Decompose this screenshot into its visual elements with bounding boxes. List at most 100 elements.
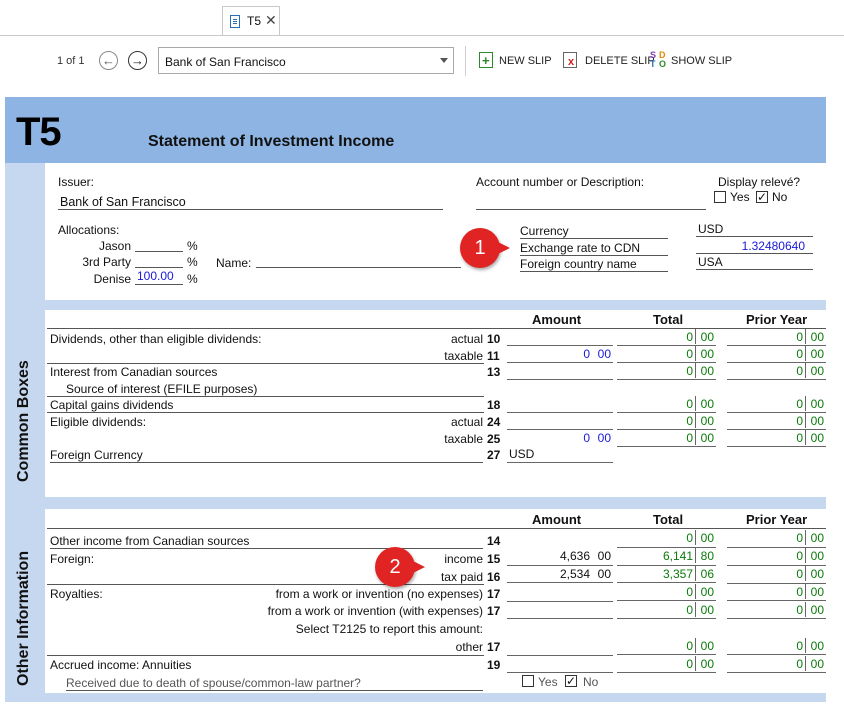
zero-value-cell[interactable]: 0 00 (617, 584, 716, 601)
zero-value-cell[interactable]: 0 00 (727, 584, 826, 601)
releve-no-checkbox[interactable]: ✓ (756, 191, 768, 203)
pager-text: 1 of 1 (57, 55, 85, 67)
amount-cell[interactable] (507, 584, 613, 602)
value-dec: 00 (810, 330, 824, 344)
next-slip-button[interactable]: → (128, 51, 147, 70)
amount-cell[interactable] (507, 656, 613, 673)
amount-cell[interactable] (507, 602, 613, 619)
box-number: 18 (487, 398, 501, 412)
zero-value-cell[interactable]: 0 00 (617, 363, 716, 380)
decimal-separator (805, 548, 806, 563)
zero-value-cell[interactable]: 0 00 (727, 430, 826, 447)
value-int: 0 (796, 639, 803, 653)
decimal-separator (695, 346, 696, 361)
currency-field[interactable]: USD (696, 221, 813, 237)
value-dec: 00 (810, 567, 824, 581)
pct-label: % (187, 239, 198, 253)
close-icon[interactable]: ✕ (265, 12, 277, 29)
slip-select[interactable]: Bank of San Francisco (158, 47, 454, 74)
zero-value-cell[interactable]: 0 00 (617, 656, 716, 673)
zero-value-cell[interactable]: 0 00 (617, 396, 716, 413)
zero-value-cell[interactable]: 0 00 (727, 346, 826, 363)
arrow-left-icon: ← (102, 53, 115, 68)
zero-value-cell[interactable]: 0 00 (727, 396, 826, 413)
box-number: 10 (487, 332, 501, 346)
alloc-jason-field[interactable] (135, 236, 183, 252)
amount-int: 0 (583, 347, 590, 361)
zero-value-cell[interactable]: 0 00 (617, 329, 716, 346)
col-amount-header: Amount (532, 312, 582, 327)
zero-value-cell[interactable]: 0 00 (727, 363, 826, 380)
row-label: Dividends, other than eligible dividends… (50, 332, 262, 346)
decimal-separator (695, 430, 696, 445)
releve-yes-checkbox[interactable] (714, 191, 726, 203)
amount-cell[interactable]: 0 00 (507, 346, 613, 363)
zero-value-cell[interactable]: 0 00 (617, 530, 716, 548)
zero-value-cell[interactable]: 0 00 (727, 413, 826, 430)
value-dec: 00 (700, 639, 714, 653)
amount-cell[interactable]: 2,534 00 (507, 566, 613, 583)
amount-cell[interactable] (507, 413, 613, 430)
allocations-label: Allocations: (58, 223, 120, 237)
value-dec: 00 (700, 657, 714, 671)
zero-value-cell[interactable]: 0 00 (727, 329, 826, 346)
toolbar-divider (465, 46, 466, 76)
amount-cell[interactable] (507, 396, 613, 413)
zero-value-cell[interactable]: 0 00 (617, 430, 716, 447)
zero-value-cell[interactable]: 0 00 (727, 566, 826, 584)
decimal-separator (805, 346, 806, 361)
amount-cell[interactable]: 4,636 00 (507, 548, 613, 566)
previous-slip-button[interactable]: ← (99, 51, 118, 70)
zero-value-cell[interactable]: 0 00 (617, 346, 716, 363)
row-divider (47, 396, 484, 397)
box-number: 17 (487, 640, 501, 654)
row-sublabel: taxable (444, 349, 483, 363)
amount-int: 4,636 (559, 549, 590, 563)
foreign-country-label: Foreign country name (520, 257, 668, 272)
alloc-3rd-party-field[interactable] (135, 252, 183, 268)
show-slip-button[interactable]: SHOW SLIP (671, 55, 732, 67)
check-icon: ✓ (566, 674, 577, 688)
value-dec: 00 (700, 364, 714, 378)
name-field[interactable] (256, 252, 461, 268)
zero-value-cell[interactable]: 0 00 (727, 602, 826, 619)
decimal-separator (805, 413, 806, 428)
issuer-field[interactable]: Bank of San Francisco (58, 189, 443, 210)
death-yes-checkbox[interactable] (522, 675, 534, 687)
amount-cell[interactable] (507, 329, 613, 346)
tab-t5[interactable]: T5 ✕ (222, 6, 280, 36)
display-releve-label: Display relevé? (718, 175, 801, 189)
amount-cell[interactable] (507, 363, 613, 380)
zero-value-cell[interactable]: 0 00 (727, 638, 826, 655)
total-cell[interactable]: 3,357 06 (617, 566, 716, 583)
death-no-checkbox[interactable]: ✓ (565, 675, 577, 687)
value-dec: 00 (810, 549, 824, 563)
zero-value-cell[interactable]: 0 00 (727, 530, 826, 548)
new-slip-button[interactable]: NEW SLIP (499, 55, 552, 67)
amount-int: 0 (583, 431, 590, 445)
zero-value-cell[interactable]: 0 00 (727, 656, 826, 673)
foreign-currency-cell[interactable]: USD (507, 446, 613, 463)
total-cell[interactable]: 6,141 80 (617, 548, 716, 566)
box-number: 13 (487, 365, 501, 379)
decimal-separator (695, 566, 696, 581)
exchange-rate-field[interactable]: 1.32480640 (696, 237, 813, 254)
col-amount-header: Amount (532, 512, 582, 527)
box-number: 14 (487, 534, 501, 548)
box-number: 11 (487, 349, 500, 363)
amount-cell[interactable] (507, 638, 613, 656)
foreign-country-field[interactable]: USA (696, 254, 813, 270)
zero-value-cell[interactable]: 0 00 (727, 548, 826, 566)
zero-value-cell[interactable]: 0 00 (617, 413, 716, 430)
alloc-denise-field[interactable]: 100.00 (135, 268, 183, 285)
issuer-label: Issuer: (58, 175, 95, 189)
pct-label: % (187, 255, 198, 269)
zero-value-cell[interactable]: 0 00 (617, 638, 716, 655)
account-field[interactable] (476, 189, 706, 210)
amount-int: 2,534 (559, 567, 590, 581)
decimal-separator (805, 363, 806, 378)
delete-slip-button[interactable]: DELETE SLIP (585, 55, 655, 67)
zero-value-cell[interactable]: 0 00 (617, 602, 716, 619)
form-code: T5 (16, 110, 62, 154)
amount-cell[interactable]: 0 00 (507, 430, 613, 447)
